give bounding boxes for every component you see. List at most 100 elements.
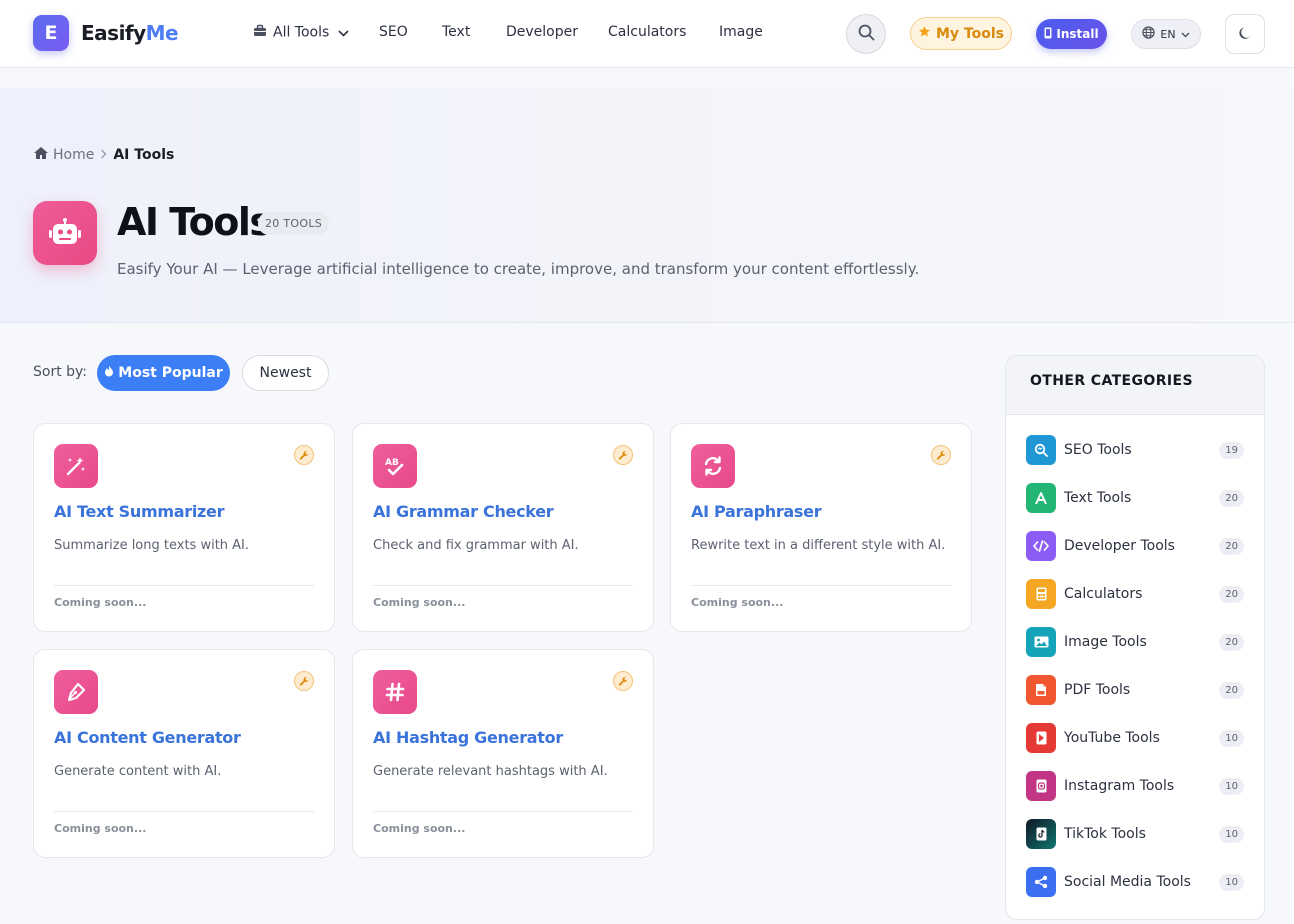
tool-status: Coming soon...	[54, 596, 147, 609]
wrench-icon	[613, 671, 633, 691]
other-categories-heading: OTHER CATEGORIES	[1006, 356, 1264, 415]
tool-description: Generate relevant hashtags with AI.	[373, 764, 608, 779]
category-label: YouTube Tools	[1064, 730, 1160, 746]
category-count: 10	[1219, 825, 1244, 843]
page-description: Easify Your AI — Leverage artificial int…	[117, 260, 920, 278]
tool-title[interactable]: AI Paraphraser	[691, 502, 822, 521]
tool-card[interactable]: AB AI Grammar Checker Check and fix gram…	[352, 423, 654, 632]
category-count: 10	[1219, 777, 1244, 795]
category-item-youtube[interactable]: YouTube Tools 10	[1026, 722, 1244, 754]
magic-wand-icon	[54, 444, 98, 488]
category-count: 10	[1219, 873, 1244, 891]
category-label: Text Tools	[1064, 490, 1132, 506]
category-item-developer[interactable]: Developer Tools 20	[1026, 530, 1244, 562]
nav-all-tools[interactable]: All Tools	[253, 24, 349, 41]
nav-seo[interactable]: SEO	[379, 24, 408, 40]
logo-text-part1: Easify	[81, 21, 146, 45]
instagram-icon	[1026, 771, 1056, 801]
wrench-icon	[931, 445, 951, 465]
youtube-icon	[1026, 723, 1056, 753]
code-icon	[1026, 531, 1056, 561]
card-divider	[373, 585, 633, 586]
category-item-tiktok[interactable]: TikTok Tools 10	[1026, 818, 1244, 850]
wrench-icon	[613, 445, 633, 465]
search-icon	[858, 24, 875, 45]
category-item-seo[interactable]: SEO Tools 19	[1026, 434, 1244, 466]
nav-image[interactable]: Image	[719, 24, 763, 40]
sort-newest-button[interactable]: Newest	[242, 355, 329, 391]
theme-toggle-button[interactable]	[1225, 14, 1265, 54]
image-icon	[1026, 627, 1056, 657]
tool-title[interactable]: AI Content Generator	[54, 728, 241, 747]
language-selector[interactable]: EN	[1131, 19, 1201, 49]
category-count: 20	[1219, 537, 1244, 555]
tool-description: Check and fix grammar with AI.	[373, 538, 579, 553]
my-tools-label: My Tools	[936, 25, 1004, 42]
category-item-calculators[interactable]: Calculators 20	[1026, 578, 1244, 610]
category-count: 10	[1219, 729, 1244, 747]
logo-text[interactable]: EasifyMe	[81, 21, 179, 45]
tool-title[interactable]: AI Grammar Checker	[373, 502, 554, 521]
tiktok-icon	[1026, 819, 1056, 849]
sort-most-popular-button[interactable]: Most Popular	[97, 355, 230, 391]
chevron-down-icon	[338, 25, 349, 41]
tool-card[interactable]: AI Content Generator Generate content wi…	[33, 649, 335, 858]
category-item-text[interactable]: Text Tools 20	[1026, 482, 1244, 514]
chevron-down-icon	[1181, 28, 1190, 41]
pen-nib-icon	[54, 670, 98, 714]
logo-text-part2: Me	[145, 21, 179, 45]
top-header: E EasifyMe All Tools SEO Text Developer …	[0, 0, 1294, 68]
card-divider	[373, 811, 633, 812]
category-label: Developer Tools	[1064, 538, 1175, 554]
breadcrumb-home[interactable]: Home	[33, 146, 94, 164]
tool-card[interactable]: AI Hashtag Generator Generate relevant h…	[352, 649, 654, 858]
share-icon	[1026, 867, 1056, 897]
breadcrumb: Home AI Tools	[33, 146, 174, 164]
tool-count-badge: 20 TOOLS	[258, 212, 330, 235]
robot-icon	[33, 201, 97, 265]
pdf-icon	[1026, 675, 1056, 705]
nav-text[interactable]: Text	[442, 24, 470, 40]
wrench-icon	[294, 445, 314, 465]
tool-title[interactable]: AI Hashtag Generator	[373, 728, 563, 747]
other-categories-panel: OTHER CATEGORIES SEO Tools 19 Text Tools…	[1005, 355, 1265, 920]
seo-search-icon	[1026, 435, 1056, 465]
hero-section: Home AI Tools AI Tools 20 TOOLS Easify Y…	[0, 88, 1294, 323]
search-button[interactable]	[846, 14, 886, 54]
my-tools-button[interactable]: My Tools	[910, 17, 1012, 50]
star-icon	[918, 25, 931, 42]
card-divider	[54, 811, 314, 812]
category-item-social-media[interactable]: Social Media Tools 10	[1026, 866, 1244, 898]
category-label: Social Media Tools	[1064, 874, 1191, 890]
install-button[interactable]: Install	[1036, 19, 1107, 49]
text-icon	[1026, 483, 1056, 513]
install-label: Install	[1056, 27, 1099, 41]
category-count: 20	[1219, 681, 1244, 699]
svg-text:AB: AB	[385, 458, 399, 468]
logo-mark[interactable]: E	[33, 15, 69, 51]
mobile-icon	[1044, 27, 1052, 42]
category-item-instagram[interactable]: Instagram Tools 10	[1026, 770, 1244, 802]
tool-title[interactable]: AI Text Summarizer	[54, 502, 224, 521]
spell-check-icon: AB	[373, 444, 417, 488]
card-divider	[54, 585, 314, 586]
category-count: 19	[1219, 441, 1244, 459]
tool-description: Summarize long texts with AI.	[54, 538, 250, 553]
card-divider	[691, 585, 951, 586]
home-icon	[33, 146, 49, 164]
sort-most-popular-label: Most Popular	[118, 365, 223, 381]
sort-label: Sort by:	[33, 364, 88, 380]
category-count: 20	[1219, 489, 1244, 507]
tool-card[interactable]: AI Paraphraser Rewrite text in a differe…	[670, 423, 972, 632]
wrench-icon	[294, 671, 314, 691]
category-item-pdf[interactable]: PDF Tools 20	[1026, 674, 1244, 706]
tool-card[interactable]: AI Text Summarizer Summarize long texts …	[33, 423, 335, 632]
tool-status: Coming soon...	[54, 822, 147, 835]
category-label: TikTok Tools	[1064, 826, 1146, 842]
hashtag-icon	[373, 670, 417, 714]
nav-calculators[interactable]: Calculators	[608, 24, 686, 40]
nav-developer[interactable]: Developer	[506, 24, 578, 40]
category-count: 20	[1219, 585, 1244, 603]
page-title: AI Tools	[117, 200, 272, 244]
category-item-image[interactable]: Image Tools 20	[1026, 626, 1244, 658]
